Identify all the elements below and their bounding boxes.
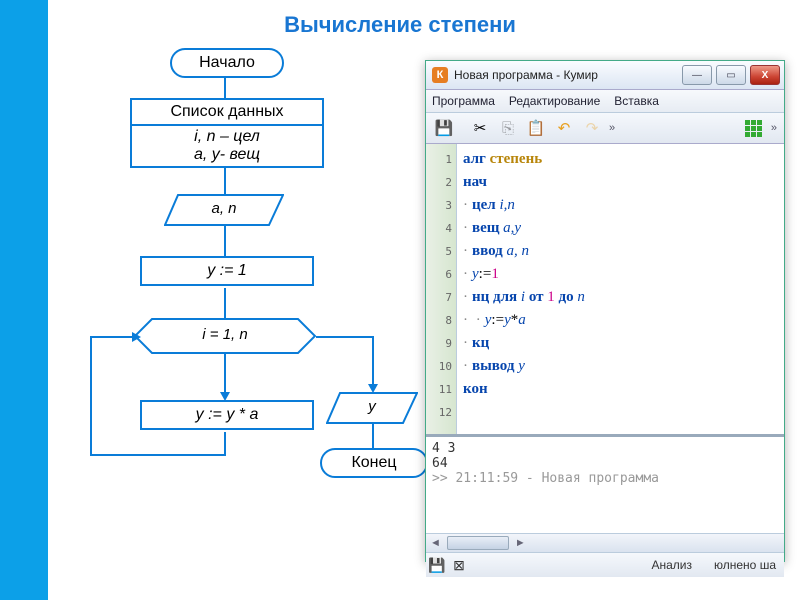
flow-init: y := 1	[140, 256, 314, 286]
menubar[interactable]: Программа Редактирование Вставка	[426, 90, 784, 113]
flow-loop: i = 1, n	[134, 318, 316, 354]
paste-icon[interactable]: 📋	[524, 116, 548, 140]
undo-icon[interactable]: ↶	[552, 116, 576, 140]
close-button[interactable]: X	[750, 65, 780, 85]
flowchart: Начало Список данных i, n – целa, y- вещ…	[60, 48, 420, 600]
scrollbar-horizontal[interactable]: ◄►	[426, 533, 784, 552]
flow-body: y := y * a	[140, 400, 314, 430]
maximize-button[interactable]: ▭	[716, 65, 746, 85]
statusbar: 💾 ⊠ Анализ юлнено ша	[426, 552, 784, 577]
flow-end: Конец	[320, 448, 428, 478]
window-title: Новая программа - Кумир	[454, 68, 682, 82]
minimize-button[interactable]: —	[682, 65, 712, 85]
status-done: юлнено ша	[706, 558, 784, 572]
flow-input: a, n	[164, 194, 284, 226]
status-save-icon[interactable]: 💾	[426, 557, 448, 574]
kumir-window: К Новая программа - Кумир — ▭ X Программ…	[425, 60, 785, 562]
toolbar: 💾 ✂ ⎘ 📋 ↶ ↷ » »	[426, 113, 784, 144]
status-cancel-icon[interactable]: ⊠	[448, 557, 470, 574]
cut-icon[interactable]: ✂	[468, 116, 492, 140]
flow-start: Начало	[170, 48, 284, 78]
app-icon: К	[432, 67, 448, 83]
flow-output: y	[326, 392, 418, 424]
output-pane[interactable]: 4 3 64 >> 21:11:59 - Новая программа	[426, 436, 784, 533]
menu-edit[interactable]: Редактирование	[509, 94, 600, 108]
flow-data-block: Список данных i, n – целa, y- вещ	[130, 98, 324, 168]
toolbar-overflow[interactable]: »	[606, 122, 618, 134]
menu-insert[interactable]: Вставка	[614, 94, 659, 108]
titlebar[interactable]: К Новая программа - Кумир — ▭ X	[426, 61, 784, 90]
menu-program[interactable]: Программа	[432, 94, 495, 108]
grid-icon[interactable]	[742, 116, 766, 140]
code-editor[interactable]: 123456789101112 алг степеньнач·цел i,n·в…	[426, 144, 784, 436]
redo-icon[interactable]: ↷	[580, 116, 604, 140]
page-title: Вычисление степени	[0, 12, 800, 38]
copy-icon[interactable]: ⎘	[496, 116, 520, 140]
status-analysis[interactable]: Анализ	[638, 558, 707, 572]
toolbar-overflow-2[interactable]: »	[768, 122, 780, 134]
save-icon[interactable]: 💾	[432, 116, 456, 140]
